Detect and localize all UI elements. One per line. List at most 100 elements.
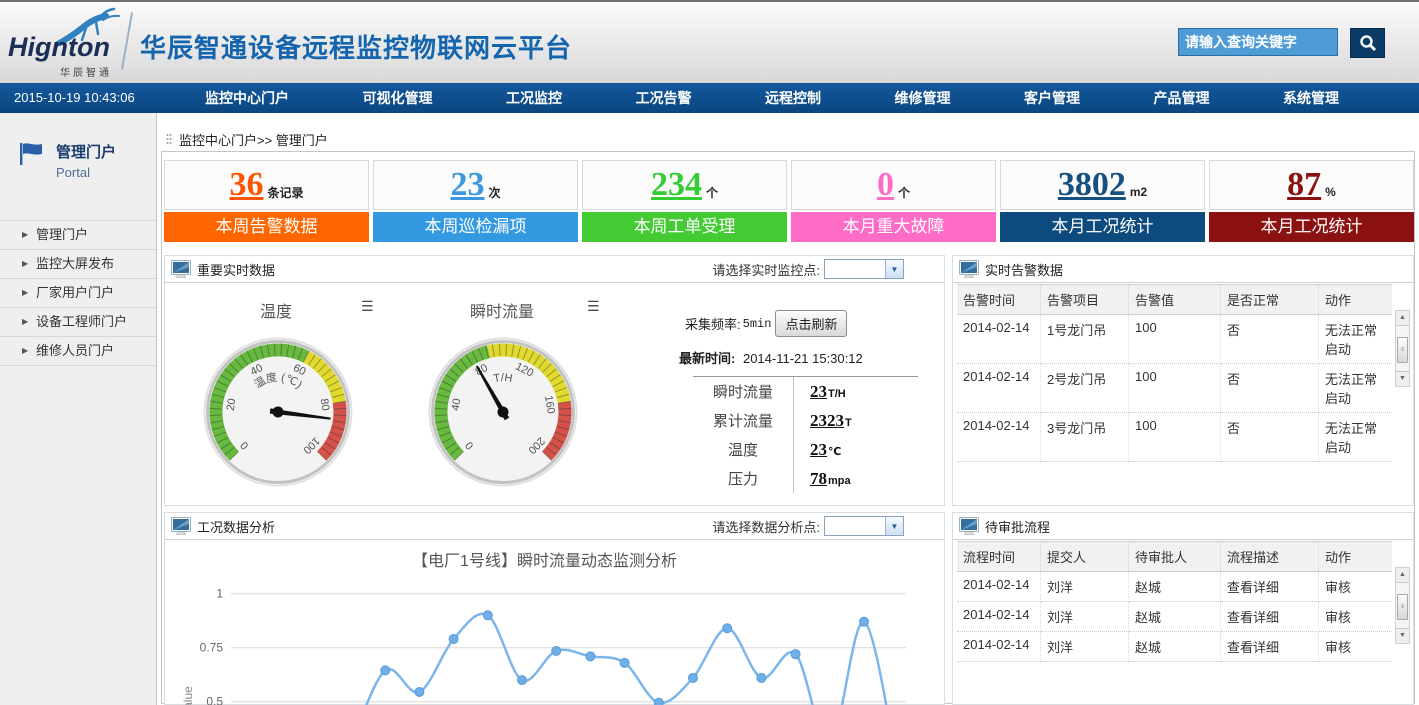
reading-unit: T/H bbox=[828, 388, 846, 400]
table-cell: 否 bbox=[1221, 315, 1319, 364]
panel-header: 待审批流程 bbox=[953, 513, 1413, 540]
column-header: 动作 bbox=[1319, 542, 1392, 571]
table-cell: 审核 bbox=[1319, 632, 1392, 662]
nav-item[interactable]: 系统管理 bbox=[1283, 88, 1339, 108]
latest-time-row: 最新时间: 2014-11-21 15:30:12 bbox=[679, 348, 863, 367]
stat-unit: m2 bbox=[1130, 185, 1147, 199]
gauge-menu-icon[interactable]: ☰ bbox=[587, 298, 600, 315]
stat-value-link[interactable]: 36 bbox=[229, 166, 263, 204]
table-cell: 2号龙门吊 bbox=[1041, 364, 1129, 413]
reading-value[interactable]: 23 bbox=[810, 382, 827, 402]
nav-item[interactable]: 工况监控 bbox=[506, 88, 562, 108]
stat-value-link[interactable]: 87 bbox=[1287, 166, 1321, 204]
monitor-icon bbox=[171, 517, 191, 535]
monitor-point-select-label: 请选择实时监控点: bbox=[712, 260, 820, 279]
nav-item[interactable]: 客户管理 bbox=[1024, 88, 1080, 108]
monitor-point-select[interactable]: ▼ bbox=[824, 259, 904, 279]
search-button[interactable] bbox=[1350, 28, 1385, 58]
nav-item[interactable]: 产品管理 bbox=[1154, 88, 1210, 108]
flow-line-chart: 10.750.5Value bbox=[165, 556, 944, 705]
table-cell: 2014-02-14 bbox=[957, 315, 1041, 364]
reading-value[interactable]: 2323 bbox=[810, 411, 844, 431]
column-header: 动作 bbox=[1319, 285, 1392, 314]
alarm-panel: 实时告警数据 告警时间告警项目告警值是否正常动作2014-02-141号龙门吊1… bbox=[952, 255, 1414, 506]
table-cell: 刘洋 bbox=[1041, 602, 1129, 632]
logo: Hignton 华辰智通 bbox=[8, 6, 128, 80]
approval-table: 流程时间提交人待审批人流程描述动作2014-02-14刘洋赵城查看详细审核201… bbox=[957, 541, 1392, 662]
sidebar-item[interactable]: ▶ 设备工程师门户 bbox=[0, 307, 156, 336]
nav-item[interactable]: 维修管理 bbox=[895, 88, 951, 108]
table-cell: 无法正常启动 bbox=[1319, 364, 1392, 413]
svg-text:1: 1 bbox=[216, 587, 223, 601]
scrollbar-down-button[interactable]: ▼ bbox=[1396, 628, 1409, 643]
table-header-row: 流程时间提交人待审批人流程描述动作 bbox=[957, 541, 1392, 572]
stat-value-link[interactable]: 234 bbox=[651, 166, 702, 204]
table-cell: 否 bbox=[1221, 364, 1319, 413]
table-cell: 审核 bbox=[1319, 602, 1392, 632]
table-cell: 否 bbox=[1221, 413, 1319, 462]
stat-value-link[interactable]: 3802 bbox=[1058, 166, 1126, 204]
sidebar-item[interactable]: ▶ 厂家用户门户 bbox=[0, 278, 156, 307]
scrollbar-down-button[interactable]: ▼ bbox=[1396, 371, 1409, 386]
flow-gauge: 04080120160200T/H bbox=[423, 332, 583, 492]
scrollbar-up-button[interactable]: ▲ bbox=[1396, 311, 1409, 326]
latest-time-value: 2014-11-21 15:30:12 bbox=[743, 351, 863, 366]
analysis-panel: 工况数据分析 请选择数据分析点: ▼ 【电厂1号线】瞬时流量动态监测分析 10.… bbox=[164, 512, 945, 705]
temperature-gauge: 020406080100温度 (℃) bbox=[198, 332, 358, 492]
scrollbar-thumb[interactable]: ≡ bbox=[1397, 337, 1408, 363]
scrollbar[interactable]: ▲ ≡ ▼ bbox=[1395, 310, 1410, 387]
nav-item[interactable]: 监控中心门户 bbox=[205, 88, 289, 108]
analysis-point-select[interactable]: ▼ bbox=[824, 516, 904, 536]
stat-unit: 个 bbox=[898, 184, 910, 201]
scrollbar[interactable]: ▲ ≡ ▼ bbox=[1395, 567, 1410, 644]
reading-value[interactable]: 23 bbox=[810, 440, 827, 460]
table-cell: 2014-02-14 bbox=[957, 632, 1041, 662]
select-value bbox=[825, 260, 885, 278]
frequency-label: 采集频率: bbox=[685, 314, 741, 333]
panel-header: 重要实时数据 请选择实时监控点: ▼ bbox=[165, 256, 944, 283]
sidebar-item[interactable]: ▶ 监控大屏发布 bbox=[0, 249, 156, 278]
table-row: 2014-02-14刘洋赵城查看详细审核 bbox=[957, 632, 1392, 662]
reading-value-cell: 23 ℃ bbox=[793, 435, 841, 464]
stat-value-link[interactable]: 23 bbox=[450, 166, 484, 204]
reading-unit: ℃ bbox=[828, 445, 841, 458]
reading-label: 温度 bbox=[693, 439, 793, 460]
gauge-menu-icon[interactable]: ☰ bbox=[361, 298, 374, 315]
table-row: 2014-02-143号龙门吊100否无法正常启动 bbox=[957, 413, 1392, 462]
refresh-button[interactable]: 点击刷新 bbox=[775, 310, 847, 337]
stats-row: 36 条记录 本周告警数据 23 次 本周巡检漏项 234 个 本周工单受理 bbox=[164, 160, 1414, 242]
reading-row: 温度 23 ℃ bbox=[693, 435, 918, 464]
nav-item[interactable]: 远程控制 bbox=[765, 88, 821, 108]
table-cell: 查看详细 bbox=[1221, 602, 1319, 632]
panel-title: 重要实时数据 bbox=[197, 260, 275, 279]
reading-label: 瞬时流量 bbox=[693, 381, 793, 402]
sidebar-item[interactable]: ▶ 维修人员门户 bbox=[0, 336, 156, 366]
stat-card: 36 条记录 本周告警数据 bbox=[164, 160, 369, 242]
table-cell: 无法正常启动 bbox=[1319, 315, 1392, 364]
reading-value[interactable]: 78 bbox=[810, 469, 827, 489]
nav-item[interactable]: 可视化管理 bbox=[363, 88, 433, 108]
table-cell: 赵城 bbox=[1129, 572, 1221, 602]
brand-subtitle: 华辰智通 bbox=[60, 64, 112, 79]
search-input[interactable] bbox=[1178, 28, 1338, 56]
scrollbar-up-button[interactable]: ▲ bbox=[1396, 568, 1409, 583]
brand-name: Hignton bbox=[8, 32, 110, 63]
monitor-icon bbox=[171, 260, 191, 278]
reading-unit: T bbox=[845, 417, 852, 429]
reading-unit: mpa bbox=[828, 475, 851, 487]
column-header: 告警时间 bbox=[957, 285, 1041, 314]
table-header-row: 告警时间告警项目告警值是否正常动作 bbox=[957, 284, 1392, 315]
table-cell: 2014-02-14 bbox=[957, 602, 1041, 632]
column-header: 告警项目 bbox=[1041, 285, 1129, 314]
stat-label: 本周巡检漏项 bbox=[373, 212, 578, 242]
sidebar-item[interactable]: ▶ 管理门户 bbox=[0, 220, 156, 249]
stat-value-link[interactable]: 0 bbox=[877, 166, 894, 204]
stat-label: 本周工单受理 bbox=[582, 212, 787, 242]
scrollbar-thumb[interactable]: ≡ bbox=[1397, 594, 1408, 620]
table-cell: 2014-02-14 bbox=[957, 572, 1041, 602]
nav-item[interactable]: 工况告警 bbox=[636, 88, 692, 108]
panel-title: 实时告警数据 bbox=[985, 260, 1063, 279]
search-icon bbox=[1359, 34, 1377, 52]
table-cell: 赵城 bbox=[1129, 632, 1221, 662]
gauge-title-flow: 瞬时流量 bbox=[447, 298, 557, 322]
